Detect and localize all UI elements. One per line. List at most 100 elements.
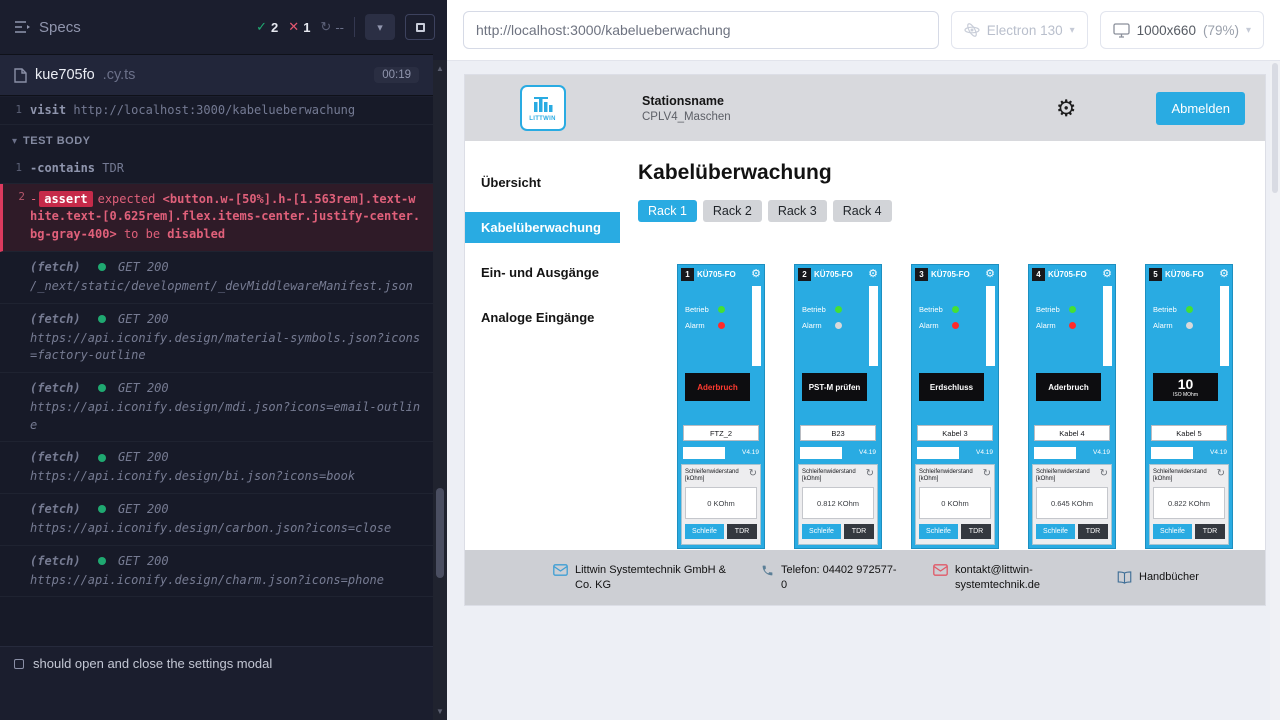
failed-assert-row[interactable]: 2-assertexpected <button.w-[50%].h-[1.56… [0, 184, 433, 252]
status-display: PST-M prüfen [802, 373, 867, 401]
rack-tab[interactable]: Rack 2 [703, 200, 762, 222]
cable-name: FTZ_2 [683, 425, 759, 441]
refresh-icon[interactable]: ↻ [1217, 469, 1225, 479]
fetch-status: GET 200 [118, 450, 169, 464]
reporter-scrollbar[interactable]: ▲ ▼ [433, 60, 447, 720]
nav-item[interactable]: Analoge Eingänge [465, 302, 620, 333]
led-panel: Betrieb Alarm [802, 305, 842, 337]
refresh-icon[interactable]: ↻ [749, 469, 757, 479]
tdr-button[interactable]: TDR [961, 524, 991, 539]
scroll-down-icon[interactable]: ▼ [433, 707, 447, 716]
passed-check-icon: ✓ [256, 19, 267, 35]
assert-badge: assert [39, 191, 92, 207]
refresh-icon[interactable]: ↻ [866, 469, 874, 479]
failed-cross-icon: ✕ [288, 19, 299, 35]
rack-tab[interactable]: Rack 1 [638, 200, 697, 222]
fetch-log-row[interactable]: (fetch) GET 200 /_next/static/developmen… [0, 252, 433, 304]
betrieb-led [1186, 306, 1193, 313]
viewport-selector[interactable]: 1000x660 (79%) ▾ [1100, 11, 1264, 49]
specs-toggle[interactable]: Specs [14, 19, 81, 36]
device-display-strip [1103, 286, 1112, 366]
command-name: visit [30, 103, 66, 117]
version-display-box [1034, 447, 1076, 459]
collapse-runs-button[interactable]: ▾ [365, 14, 395, 40]
request-status-dot [98, 384, 106, 392]
fetch-log-row[interactable]: (fetch) GET 200 https://api.iconify.desi… [0, 494, 433, 546]
device-number: 1 [681, 268, 694, 281]
nav-item[interactable]: Kabelüberwachung [465, 212, 620, 243]
schleife-button[interactable]: Schleife [919, 524, 958, 539]
footer-email: kontakt@littwin-systemtechnik.de [933, 563, 1083, 593]
stop-run-button[interactable] [405, 14, 435, 40]
fetch-status: GET 200 [118, 260, 169, 274]
browser-selector[interactable]: Electron 130 ▾ [951, 11, 1088, 49]
pending-test-icon [14, 659, 24, 669]
pending-circle-icon: ↻ [320, 19, 331, 35]
fetch-url: https://api.iconify.design/mdi.json?icon… [30, 399, 423, 434]
fetch-log-row[interactable]: (fetch) GET 200 https://api.iconify.desi… [0, 546, 433, 598]
spec-file-row[interactable]: kue705fo .cy.ts 00:19 [0, 54, 433, 96]
status-text: Aderbruch [1048, 383, 1088, 392]
app-header: LITTWIN Stationsname CPLV4_Maschen ⚙ Abm… [465, 75, 1265, 141]
firmware-version: V4.19 [742, 449, 759, 456]
fetch-label: (fetch) [30, 502, 81, 516]
status-display: Aderbruch [1036, 373, 1101, 401]
url-input[interactable] [463, 11, 939, 49]
device-gear-icon[interactable]: ⚙ [751, 269, 761, 280]
tdr-button[interactable]: TDR [844, 524, 874, 539]
refresh-icon[interactable]: ↻ [1100, 469, 1108, 479]
betrieb-led [718, 306, 725, 313]
alarm-led [952, 322, 959, 329]
contains-command-row[interactable]: 1 -contains TDR [0, 155, 433, 183]
refresh-icon[interactable]: ↻ [983, 469, 991, 479]
device-model: KÜ706-FO [1165, 270, 1216, 279]
aut-toolbar: Electron 130 ▾ 1000x660 (79%) ▾ [447, 0, 1280, 61]
fetch-log-row[interactable]: (fetch) GET 200 https://api.iconify.desi… [0, 373, 433, 442]
fetch-status: GET 200 [118, 381, 169, 395]
device-gear-icon[interactable]: ⚙ [985, 269, 995, 280]
tdr-button[interactable]: TDR [727, 524, 757, 539]
device-gear-icon[interactable]: ⚙ [1102, 269, 1112, 280]
loop-resistance-label: Schleifenwiderstand [kOhm] [1153, 469, 1213, 483]
command-argument: TDR [102, 161, 124, 175]
logout-button[interactable]: Abmelden [1156, 92, 1245, 125]
visit-command-row[interactable]: 1 visit http://localhost:3000/kabelueber… [0, 97, 433, 125]
device-model: KÜ705-FO [697, 270, 748, 279]
tdr-button[interactable]: TDR [1078, 524, 1108, 539]
pending-test-title: should open and close the settings modal [33, 656, 272, 671]
led-panel: Betrieb Alarm [919, 305, 959, 337]
schleife-button[interactable]: Schleife [1036, 524, 1075, 539]
schleife-button[interactable]: Schleife [802, 524, 841, 539]
aut-scrollbar[interactable] [1270, 61, 1280, 720]
alarm-label: Alarm [1153, 321, 1181, 330]
betrieb-label: Betrieb [919, 305, 947, 314]
nav-item[interactable]: Ein- und Ausgänge [465, 257, 620, 288]
loop-resistance-value: 0 KOhm [685, 487, 757, 519]
device-gear-icon[interactable]: ⚙ [1219, 269, 1229, 280]
nav-item[interactable]: Übersicht [465, 167, 620, 198]
specs-label: Specs [39, 19, 81, 36]
fetch-log-row[interactable]: (fetch) GET 200 https://api.iconify.desi… [0, 304, 433, 373]
spec-extension: .cy.ts [103, 67, 136, 83]
footer-manuals[interactable]: Handbücher [1117, 570, 1199, 585]
device-gear-icon[interactable]: ⚙ [868, 269, 878, 280]
betrieb-led [1069, 306, 1076, 313]
schleife-button[interactable]: Schleife [685, 524, 724, 539]
specs-list-icon [14, 20, 31, 34]
betrieb-led [952, 306, 959, 313]
status-display: Erdschluss [919, 373, 984, 401]
scrollbar-thumb[interactable] [436, 488, 444, 578]
request-status-dot [98, 315, 106, 323]
scroll-up-icon[interactable]: ▲ [433, 64, 447, 73]
fetch-log-row[interactable]: (fetch) GET 200 https://api.iconify.desi… [0, 442, 433, 494]
schleife-button[interactable]: Schleife [1153, 524, 1192, 539]
rack-tab[interactable]: Rack 3 [768, 200, 827, 222]
rack-tab[interactable]: Rack 4 [833, 200, 892, 222]
test-body-header[interactable]: ▾ TEST BODY [0, 125, 433, 155]
app-content: Kabelüberwachung Rack 1 Rack 2 Rack 3 Ra… [620, 141, 1265, 550]
settings-gear-icon[interactable]: ⚙ [1056, 97, 1077, 120]
pending-test-row[interactable]: should open and close the settings modal [0, 646, 433, 680]
aut-scrollbar-thumb[interactable] [1272, 63, 1278, 193]
footer-company: Littwin Systemtechnik GmbH & Co. KG [553, 563, 727, 593]
tdr-button[interactable]: TDR [1195, 524, 1225, 539]
